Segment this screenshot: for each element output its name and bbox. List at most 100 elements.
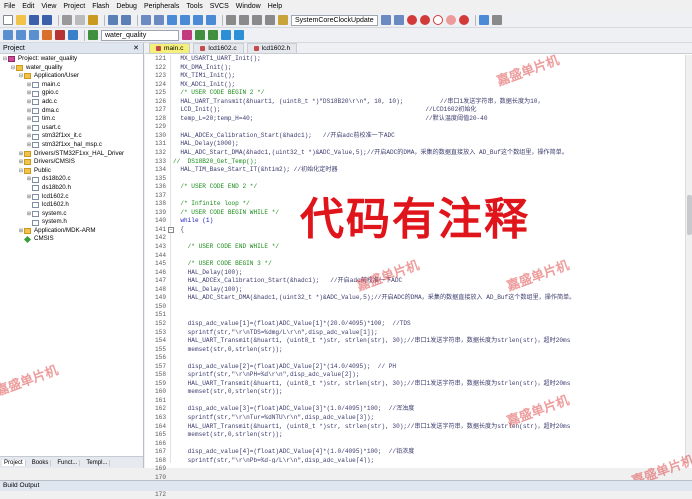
function-combo[interactable]: SystemCoreClockUpdate [291,14,378,26]
cut-icon[interactable] [62,15,72,25]
tree-item[interactable]: ⊟ Application/User [0,72,143,81]
window-layout-icon[interactable] [478,15,489,25]
tree-item[interactable]: ds18b20.h [0,184,143,193]
breakpoint-kill-icon[interactable] [458,15,469,25]
bookmark-prev-icon[interactable] [180,15,190,25]
bookmark-next-icon[interactable] [193,15,203,25]
tree-item[interactable]: ⊞ dma.c [0,107,143,116]
tree-item[interactable]: ⊞ Drivers/STM32F1xx_HAL_Driver [0,150,143,159]
tree-item-label: system.c [42,209,67,217]
build-icon[interactable] [16,30,26,40]
indent-icon[interactable] [226,15,236,25]
bookmark-icon[interactable] [167,15,177,25]
tree-item[interactable]: ⊟ Project: water_quality [0,55,143,64]
tree-item[interactable]: ⊞ tim.c [0,115,143,124]
tree-item[interactable]: ⊞ Drivers/CMSIS [0,158,143,167]
comment-icon[interactable] [252,15,262,25]
file-extensions-icon[interactable] [195,30,205,40]
pack-installer-icon[interactable] [234,30,244,40]
unindent-icon[interactable] [239,15,249,25]
menu-debug[interactable]: Debug [116,3,137,10]
tree-item[interactable]: ⊞ ds18b20.c [0,175,143,184]
vertical-scrollbar[interactable] [685,55,692,463]
configure-icon[interactable] [491,15,502,25]
menu-window[interactable]: Window [236,3,261,10]
tree-item[interactable]: ⊞ lcd1602.c [0,193,143,202]
save-all-icon[interactable] [42,15,52,25]
menu-peripherals[interactable]: Peripherals [144,3,179,10]
editor-tab[interactable]: lcd1602.c [193,43,244,53]
translate-icon[interactable] [3,30,13,40]
breakpoint-disable-icon[interactable] [432,15,443,25]
tree-item[interactable]: ⊞ stm32f1xx_hal_msp.c [0,141,143,150]
menu-file[interactable]: File [4,3,15,10]
tree-item[interactable]: system.h [0,218,143,227]
line-number: 172 [155,490,166,498]
menu-flash[interactable]: Flash [92,3,109,10]
panel-tab-templ[interactable]: Templ... [84,459,111,466]
tree-item[interactable]: ⊞ stm32f1xx_it.c [0,132,143,141]
tree-item[interactable]: ⊞ main.c [0,81,143,90]
tree-item[interactable]: ⊟ Public [0,167,143,176]
menu-view[interactable]: View [41,3,56,10]
breakpoint-icon[interactable] [419,15,430,25]
diamond-icon [23,236,32,244]
line-number: 156 [155,354,166,362]
code-line: memset(str,0,strlen(str)); [173,431,283,439]
uncomment-icon[interactable] [265,15,275,25]
tree-item[interactable]: ⊞ usart.c [0,124,143,133]
editor-tab[interactable]: main.c [149,43,191,53]
tree-item[interactable]: ⊟ water_quality [0,64,143,73]
tree-item[interactable]: CMSIS [0,235,143,244]
tree-item[interactable]: ⊞ Application/MDK-ARM [0,227,143,236]
panel-tab-project[interactable]: Project [2,459,26,466]
new-file-icon[interactable] [3,15,13,25]
nav-forward-icon[interactable] [154,15,164,25]
nav-back-icon[interactable] [141,15,151,25]
rebuild-icon[interactable] [29,30,39,40]
menu-tools[interactable]: Tools [186,3,202,10]
incremental-find-icon[interactable] [393,15,404,25]
separator [137,14,138,26]
line-number: 153 [155,328,166,336]
code-area[interactable]: MX_USART1_UART_Init(); MX_DMA_Init(); MX… [173,55,685,463]
tree-item[interactable]: ⊞ gpio.c [0,89,143,98]
find-in-files-icon[interactable] [278,15,288,25]
project-panel-title: Project ✕ [0,43,143,54]
tree-item[interactable]: ⊞ adc.c [0,98,143,107]
download-icon[interactable] [68,30,78,40]
save-icon[interactable] [29,15,39,25]
tree-item[interactable]: lcd1602.h [0,201,143,210]
code-line: HAL_UART_Transmit(&huart1, (uint8_t *)"D… [173,97,544,105]
bookmark-clear-icon[interactable] [206,15,216,25]
code-line: HAL_ADCEx_Calibration_Start(&hadc1); //开… [173,131,395,139]
menu-edit[interactable]: Edit [22,3,34,10]
breakpoint-clear-icon[interactable] [445,15,456,25]
stop-build-icon[interactable] [55,30,65,40]
close-icon[interactable]: ✕ [133,43,139,54]
editor-tab[interactable]: lcd1602.h [246,43,298,53]
select-packs-icon[interactable] [221,30,231,40]
menu-help[interactable]: Help [268,3,282,10]
find-icon[interactable] [380,15,391,25]
scroll-thumb[interactable] [687,195,692,235]
redo-icon[interactable] [121,15,131,25]
copy-icon[interactable] [75,15,85,25]
panel-tab-books[interactable]: Books [30,459,52,466]
target-options-icon[interactable] [182,30,192,40]
target-combo[interactable]: water_quality [101,29,179,41]
tree-item-label: Application/User [34,72,80,80]
paste-icon[interactable] [88,15,98,25]
batch-build-icon[interactable] [42,30,52,40]
menu-project[interactable]: Project [63,3,85,10]
separator [474,14,476,26]
tree-item[interactable]: ⊞ system.c [0,210,143,219]
manage-components-icon[interactable] [208,30,218,40]
menu-svcs[interactable]: SVCS [210,3,229,10]
line-number: 161 [155,396,166,404]
undo-icon[interactable] [108,15,118,25]
open-file-icon[interactable] [16,15,26,25]
panel-tab-funct[interactable]: Funct... [55,459,81,466]
editor-tabs: main.c lcd1602.c lcd1602.h [145,43,692,54]
start-debug-icon[interactable] [406,15,417,25]
